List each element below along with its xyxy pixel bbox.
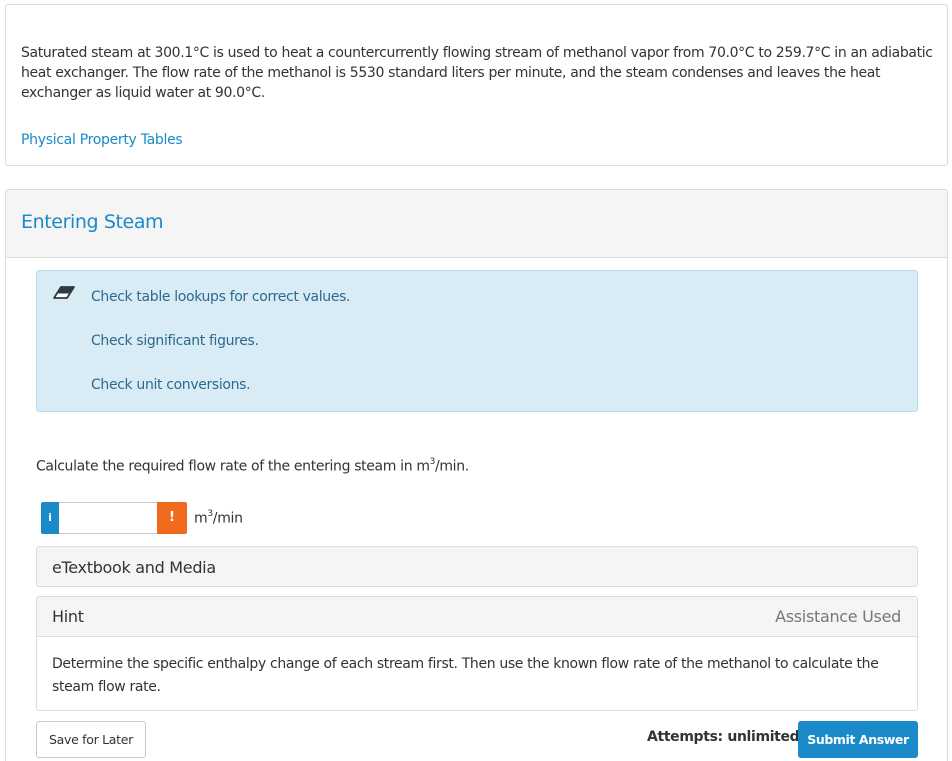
attempts-label: Attempts: unlimited <box>647 729 800 745</box>
hint-toggle[interactable]: Hint Assistance Used <box>37 597 917 637</box>
etextbook-media-toggle[interactable]: eTextbook and Media <box>36 546 918 587</box>
submit-answer-button[interactable]: Submit Answer <box>798 721 918 758</box>
tips-box: Check table lookups for correct values. … <box>36 270 918 412</box>
part-card: Entering Steam Check table lookups for c… <box>5 189 948 761</box>
eraser-icon <box>53 286 75 302</box>
part-title: Entering Steam <box>21 211 164 233</box>
physical-property-tables-link[interactable]: Physical Property Tables <box>21 132 183 148</box>
hint-text: Determine the specific enthalpy change o… <box>52 656 879 695</box>
hint-panel: Hint Assistance Used Determine the speci… <box>36 596 918 711</box>
problem-card: Saturated steam at 300.1°C is used to he… <box>5 4 948 166</box>
problem-statement: Saturated steam at 300.1°C is used to he… <box>21 45 933 101</box>
part-header: Entering Steam <box>6 190 947 258</box>
tip-significant-figures: Check significant figures. <box>91 333 259 349</box>
assistance-used-status: Assistance Used <box>775 607 901 626</box>
warning-icon[interactable]: ! <box>157 502 187 534</box>
tip-table-lookups: Check table lookups for correct values. <box>91 289 351 305</box>
info-icon[interactable]: i <box>41 502 59 534</box>
unit-label: m3/min <box>194 509 243 527</box>
answer-input[interactable] <box>59 502 157 534</box>
hint-title: Hint <box>52 607 84 626</box>
question-text: Calculate the required flow rate of the … <box>36 457 469 475</box>
etextbook-media-label: eTextbook and Media <box>52 558 216 577</box>
tip-unit-conversions: Check unit conversions. <box>91 377 251 393</box>
save-for-later-button[interactable]: Save for Later <box>36 721 146 758</box>
